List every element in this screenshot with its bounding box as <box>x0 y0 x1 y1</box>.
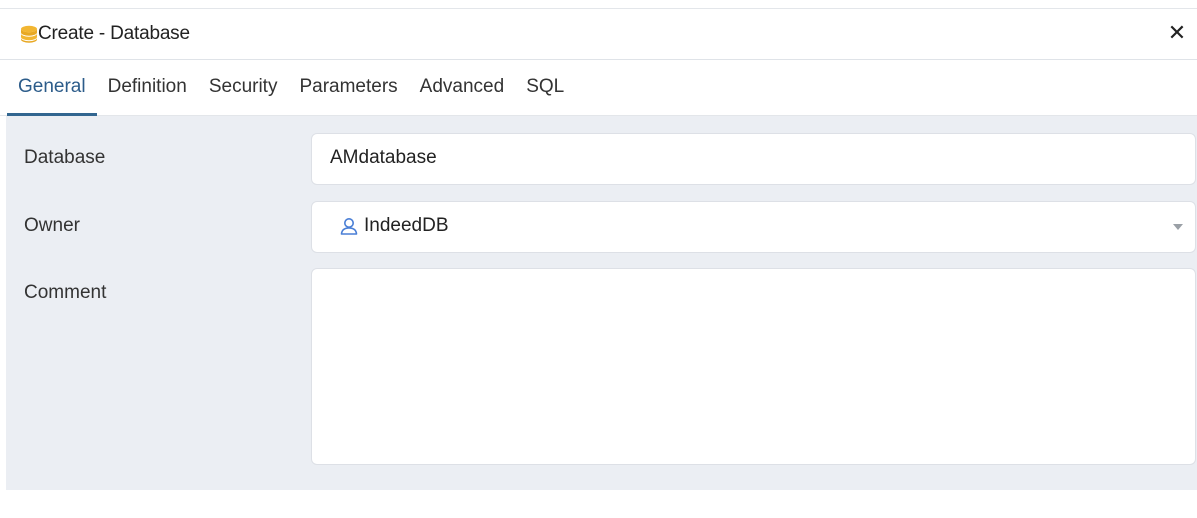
owner-label: Owner <box>24 215 80 236</box>
comment-textarea[interactable] <box>311 268 1196 465</box>
tab-sql[interactable]: SQL <box>515 60 575 116</box>
owner-selected-value: IndeedDB <box>338 215 449 237</box>
general-form: Database AMdatabase Owner IndeedDB Comme… <box>6 116 1197 490</box>
database-name-input[interactable]: AMdatabase <box>311 133 1196 185</box>
close-icon: ✕ <box>1167 20 1187 45</box>
chevron-down-icon[interactable] <box>1173 224 1183 230</box>
tab-general[interactable]: General <box>7 60 97 116</box>
database-icon <box>21 25 37 43</box>
comment-label: Comment <box>24 282 107 303</box>
dialog-title-bar[interactable]: Create - Database ✕ <box>0 8 1197 60</box>
tab-bar: General Definition Security Parameters A… <box>0 60 1197 116</box>
close-button[interactable]: ✕ <box>1165 20 1189 46</box>
tab-advanced[interactable]: Advanced <box>409 60 516 116</box>
tab-parameters[interactable]: Parameters <box>288 60 408 116</box>
owner-select[interactable]: IndeedDB <box>311 201 1196 253</box>
dialog-title: Create - Database <box>38 23 190 44</box>
tab-definition[interactable]: Definition <box>97 60 198 116</box>
create-database-dialog: Create - Database ✕ General Definition S… <box>0 0 1197 518</box>
database-label: Database <box>24 147 106 168</box>
owner-value: IndeedDB <box>364 215 449 236</box>
tab-security[interactable]: Security <box>198 60 289 116</box>
user-icon <box>340 218 358 235</box>
